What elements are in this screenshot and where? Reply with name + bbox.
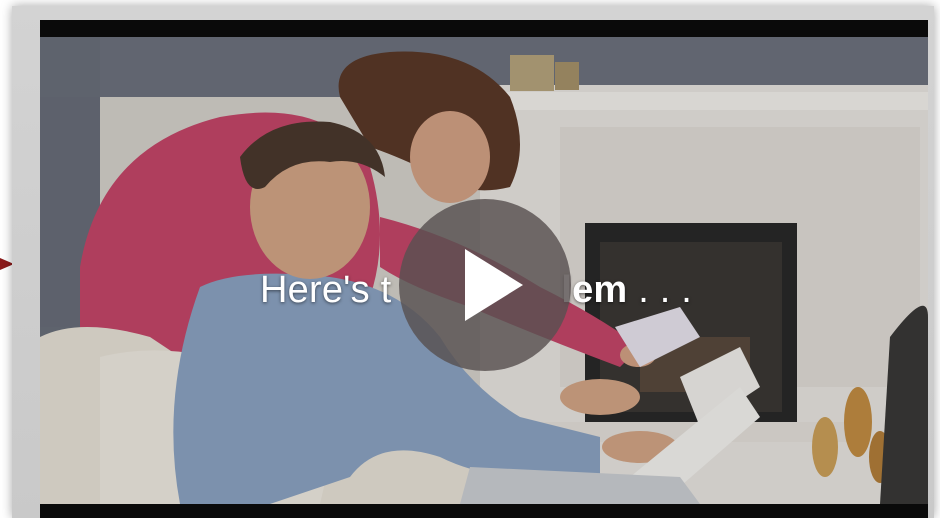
play-button[interactable] [399,199,571,371]
video-embed: Here's t lem . . . [0,0,940,518]
caption-ellipsis: . . . [627,269,692,311]
video-frame: Here's t lem . . . [40,37,928,504]
letterbox-top [40,20,928,37]
video-player[interactable]: Here's t lem . . . [40,20,928,518]
letterbox-bottom [40,504,928,518]
caption-emphasis: lem [561,269,628,311]
caption-text: Here's t [260,269,392,311]
play-icon [465,249,523,321]
